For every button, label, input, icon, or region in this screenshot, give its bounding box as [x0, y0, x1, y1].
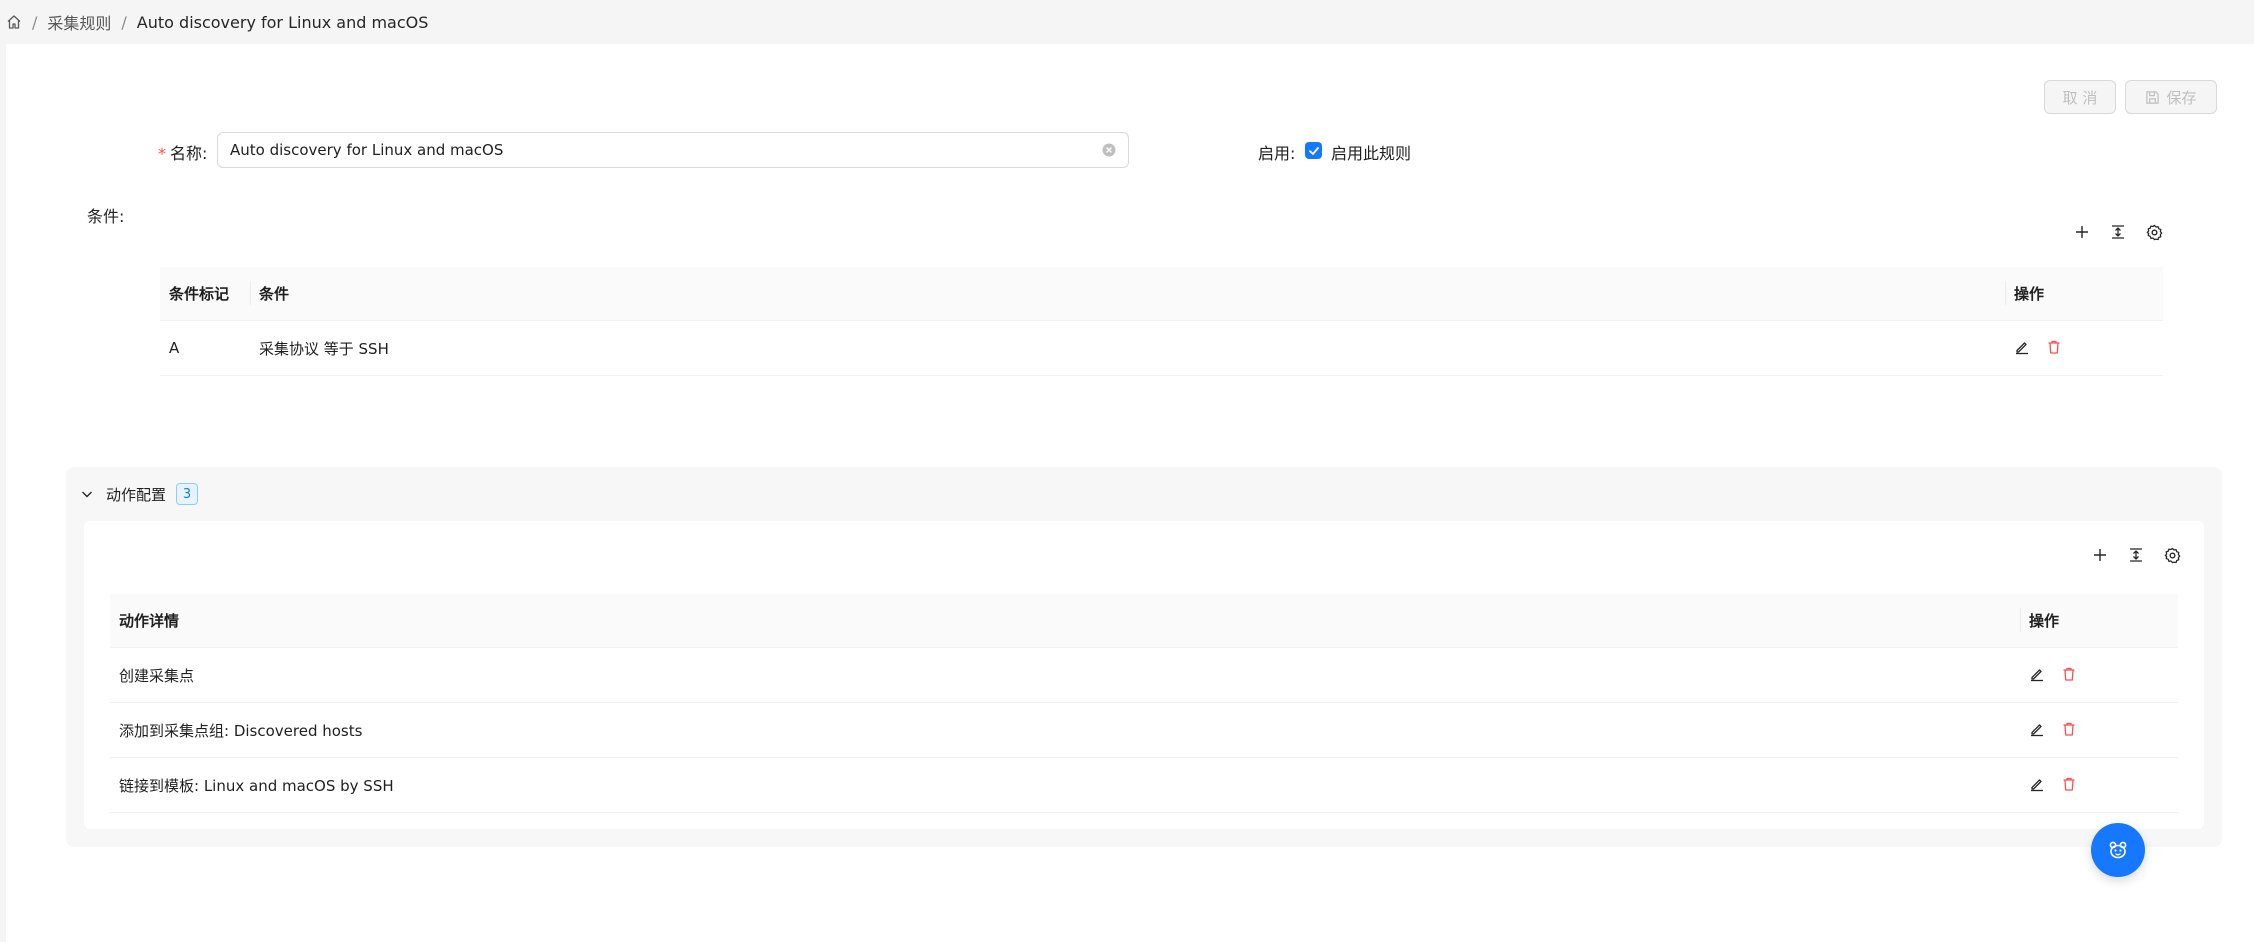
column-header: 条件标记 — [160, 267, 250, 321]
delete-icon[interactable] — [2046, 339, 2064, 357]
edit-icon[interactable] — [2029, 666, 2047, 684]
table-row: A 采集协议 等于 SSH — [160, 320, 2163, 376]
home-icon[interactable] — [6, 14, 22, 30]
column-header: 操作 — [2020, 594, 2178, 648]
plus-icon[interactable] — [2072, 222, 2092, 242]
condition-tag: A — [160, 320, 250, 376]
edit-icon[interactable] — [2014, 339, 2032, 357]
save-button[interactable]: 保存 — [2125, 80, 2217, 114]
assistant-fab-button[interactable] — [2091, 823, 2145, 877]
breadcrumb: / 采集规则 / Auto discovery for Linux and ma… — [6, 10, 428, 34]
conditions-table: 条件标记 条件 操作 A 采集协议 等于 SSH — [160, 267, 2163, 376]
column-height-icon[interactable] — [2126, 545, 2146, 565]
column-header: 动作详情 — [110, 594, 2020, 648]
enable-label: 启用: — [1258, 144, 1296, 163]
action-detail: 创建采集点 — [110, 647, 2020, 703]
cancel-button[interactable]: 取 消 — [2044, 80, 2116, 114]
table-row: 创建采集点 — [110, 647, 2178, 703]
delete-icon[interactable] — [2061, 721, 2079, 739]
robot-icon — [2107, 839, 2129, 861]
required-mark: * — [158, 144, 166, 163]
table-row: 添加到采集点组: Discovered hosts — [110, 702, 2178, 758]
column-header: 操作 — [2005, 267, 2163, 321]
table-row: 链接到模板: Linux and macOS by SSH — [110, 757, 2178, 813]
actions-toolbar — [2090, 545, 2182, 565]
column-header: 条件 — [250, 267, 2005, 321]
actions-table: 动作详情 操作 创建采集点 添加到采集点组: Discovered hosts — [110, 594, 2178, 813]
clear-icon[interactable] — [1102, 143, 1116, 157]
row-actions — [2020, 702, 2178, 758]
enable-checkbox-label[interactable]: 启用此规则 — [1331, 140, 1411, 164]
actions-panel-body: 动作详情 操作 创建采集点 添加到采集点组: Discovered hosts — [84, 521, 2204, 829]
name-label-text: 名称: — [170, 144, 208, 163]
delete-icon[interactable] — [2061, 776, 2079, 794]
plus-icon[interactable] — [2090, 545, 2110, 565]
breadcrumb-link-rules[interactable]: 采集规则 — [47, 10, 111, 34]
save-icon — [2145, 90, 2160, 105]
column-height-icon[interactable] — [2108, 222, 2128, 242]
row-actions — [2020, 647, 2178, 703]
name-label: * 名称: — [158, 140, 207, 164]
edit-icon[interactable] — [2029, 721, 2047, 739]
breadcrumb-separator: / — [32, 12, 38, 32]
delete-icon[interactable] — [2061, 666, 2079, 684]
actions-collapse-panel: 动作配置 3 动作详情 操作 创建采集点 添加到采集点组: Discovered… — [66, 467, 2222, 847]
breadcrumb-separator: / — [121, 12, 127, 32]
chevron-down-icon[interactable] — [80, 487, 94, 501]
check-icon — [1308, 145, 1320, 157]
name-input-value: Auto discovery for Linux and macOS — [230, 141, 504, 159]
actions-collapse-header[interactable]: 动作配置 3 — [80, 481, 199, 507]
name-input[interactable]: Auto discovery for Linux and macOS — [217, 132, 1129, 168]
condition-text: 采集协议 等于 SSH — [250, 320, 2005, 376]
cancel-button-label: 取 消 — [2062, 88, 2098, 107]
gear-icon[interactable] — [2144, 222, 2164, 242]
gear-icon[interactable] — [2162, 545, 2182, 565]
row-actions — [2020, 757, 2178, 813]
content-card: 取 消 保存 * 名称: Auto discovery for Linux and… — [6, 44, 2254, 942]
action-detail: 添加到采集点组: Discovered hosts — [110, 702, 2020, 758]
actions-section-title: 动作配置 — [106, 485, 167, 504]
conditions-label: 条件: — [87, 207, 125, 226]
row-actions — [2005, 320, 2163, 376]
breadcrumb-current: Auto discovery for Linux and macOS — [136, 12, 429, 32]
action-detail: 链接到模板: Linux and macOS by SSH — [110, 757, 2020, 813]
save-button-label: 保存 — [2166, 88, 2197, 107]
enable-checkbox[interactable] — [1305, 142, 1322, 159]
conditions-toolbar — [2072, 222, 2164, 242]
edit-icon[interactable] — [2029, 776, 2047, 794]
actions-count-badge: 3 — [176, 483, 199, 505]
